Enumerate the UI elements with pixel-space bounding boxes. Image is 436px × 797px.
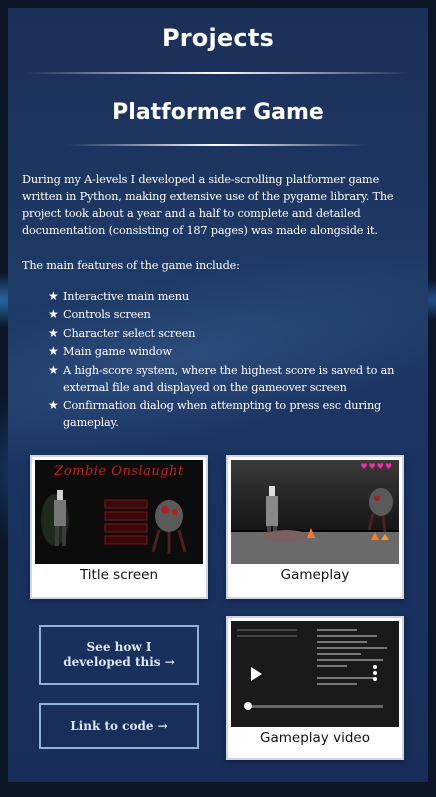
- star-icon: ★: [48, 344, 59, 359]
- list-item: ★ Character select screen: [48, 325, 196, 340]
- projects-panel: Projects Platformer Game During my A-lev…: [8, 8, 428, 782]
- video-scrubber-handle[interactable]: [244, 702, 252, 710]
- gameplay-art: [264, 486, 393, 542]
- features-intro: The main features of the game include:: [22, 259, 240, 272]
- star-icon: ★: [48, 289, 59, 303]
- title-screen-image: Zombie Onslaught: [35, 460, 203, 564]
- list-item: ★ Main game window: [48, 344, 172, 359]
- video-player[interactable]: [231, 621, 399, 727]
- page-title: Projects: [161, 24, 274, 52]
- link-to-code-button[interactable]: Link to code →: [39, 703, 199, 749]
- project-description: During my A-levels I developed a side-sc…: [22, 173, 394, 237]
- title-screen-logo-text: Zombie Onslaught: [54, 464, 184, 479]
- project-divider: [68, 144, 368, 146]
- title-screen-card[interactable]: Zombie Onslaught Title screen: [30, 455, 208, 599]
- video-progress-bar[interactable]: [244, 702, 383, 710]
- list-item: ★ Confirmation dialog when attempting to …: [48, 397, 382, 429]
- gameplay-card[interactable]: ♥♥♥♥ Gameplay: [226, 455, 404, 599]
- title-screen-caption: Title screen: [79, 567, 159, 583]
- gameplay-video-card[interactable]: Gameplay video: [226, 616, 404, 760]
- gameplay-video-caption: Gameplay video: [260, 730, 370, 746]
- star-icon: ★: [48, 307, 59, 322]
- list-item: ★ A high-score system, where the highest …: [48, 362, 395, 394]
- star-icon: ★: [48, 325, 59, 340]
- gameplay-image: ♥♥♥♥: [231, 460, 399, 564]
- star-icon: ★: [48, 362, 59, 377]
- gameplay-caption: Gameplay: [280, 567, 350, 583]
- how-developed-button[interactable]: See how I developed this →: [39, 625, 199, 685]
- star-icon: ★: [48, 397, 59, 412]
- list-item: ★ Interactive main menu: [48, 289, 189, 303]
- title-divider: [26, 72, 410, 74]
- play-icon[interactable]: [251, 667, 262, 681]
- list-item: ★ Controls screen: [48, 307, 151, 322]
- more-options-icon[interactable]: [373, 665, 377, 683]
- project-title: Platformer Game: [112, 100, 324, 125]
- features-list: ★ Interactive main menu ★ Controls screen …: [48, 288, 408, 432]
